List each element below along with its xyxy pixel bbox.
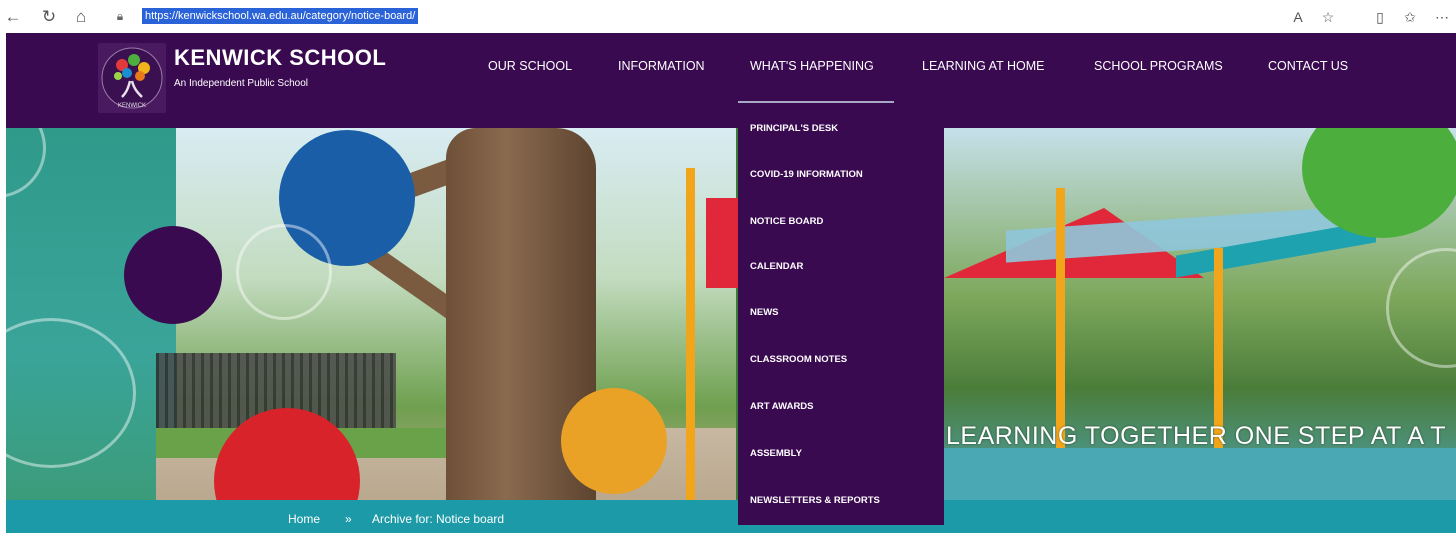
active-nav-indicator (738, 101, 894, 103)
back-icon[interactable]: ← (2, 6, 24, 28)
favorite-star-icon[interactable]: ☆ (1318, 7, 1338, 27)
address-bar[interactable]: 🔒︎ https://kenwickschool.wa.edu.au/categ… (112, 4, 419, 28)
dropdown-item-calendar[interactable]: CALENDAR (750, 261, 803, 272)
dropdown-item-art-awards[interactable]: ART AWARDS (750, 401, 814, 412)
hero-slogan: LEARNING TOGETHER ONE STEP AT A T (946, 422, 1446, 450)
site-header: KENWICK KENWICK SCHOOL An Independent Pu… (6, 33, 1456, 128)
nav-information[interactable]: INFORMATION (618, 59, 705, 73)
breadcrumb-current: Archive for: Notice board (372, 512, 505, 526)
lock-icon[interactable]: 🔒︎ (112, 8, 128, 24)
breadcrumb: Home » Archive for: Notice board (6, 500, 1456, 533)
nav-contact-us[interactable]: CONTACT US (1268, 59, 1348, 73)
refresh-icon[interactable]: ↻ (38, 6, 60, 28)
site-tagline: An Independent Public School (174, 78, 308, 89)
whats-happening-dropdown: PRINCIPAL'S DESK COVID-19 INFORMATION NO… (738, 107, 944, 525)
site-title[interactable]: KENWICK SCHOOL (174, 45, 386, 71)
playground-turf (944, 448, 1456, 500)
white-ring (236, 224, 332, 320)
red-sail (706, 198, 740, 288)
svg-text:KENWICK: KENWICK (118, 103, 146, 109)
purple-circle (124, 226, 222, 324)
yellow-pole (686, 168, 695, 500)
more-icon[interactable]: ⋯ (1432, 7, 1452, 27)
nav-learning-at-home[interactable]: LEARNING AT HOME (922, 59, 1044, 73)
dropdown-item-newsletters-reports[interactable]: NEWSLETTERS & REPORTS (750, 495, 880, 506)
dropdown-item-assembly[interactable]: ASSEMBLY (750, 448, 802, 459)
breadcrumb-separator: » (345, 512, 352, 526)
dropdown-item-classroom-notes[interactable]: CLASSROOM NOTES (750, 354, 847, 365)
hero-banner: LEARNING TOGETHER ONE STEP AT A T (6, 128, 1456, 500)
favorites-icon[interactable]: ✩ (1400, 7, 1420, 27)
nav-our-school[interactable]: OUR SCHOOL (488, 59, 572, 73)
school-logo[interactable]: KENWICK (98, 43, 166, 113)
browser-toolbar: ← ↻ ⌂ 🔒︎ https://kenwickschool.wa.edu.au… (0, 0, 1456, 33)
breadcrumb-home-link[interactable]: Home (288, 512, 320, 526)
nav-whats-happening[interactable]: WHAT'S HAPPENING (750, 59, 874, 73)
dropdown-item-notice-board[interactable]: NOTICE BOARD (750, 216, 823, 227)
url-text[interactable]: https://kenwickschool.wa.edu.au/category… (142, 8, 419, 24)
read-aloud-icon[interactable]: A (1288, 7, 1308, 27)
orange-circle (561, 388, 667, 494)
dropdown-item-news[interactable]: NEWS (750, 307, 779, 318)
nav-school-programs[interactable]: SCHOOL PROGRAMS (1094, 59, 1223, 73)
split-screen-icon[interactable]: ▯ (1370, 7, 1390, 27)
home-icon[interactable]: ⌂ (70, 6, 92, 28)
dropdown-item-principals-desk[interactable]: PRINCIPAL'S DESK (750, 123, 838, 134)
dropdown-item-covid-19-information[interactable]: COVID-19 INFORMATION (750, 169, 863, 180)
